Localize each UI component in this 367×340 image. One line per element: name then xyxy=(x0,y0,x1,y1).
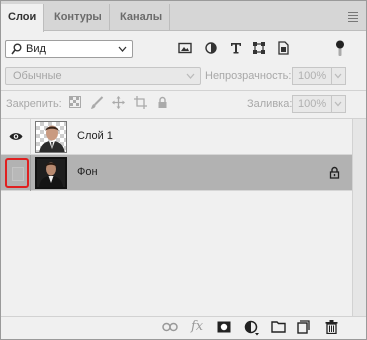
new-adjustment-icon[interactable] xyxy=(244,320,260,336)
tab-channels[interactable]: Каналы xyxy=(113,4,171,31)
add-mask-icon[interactable] xyxy=(217,320,231,334)
type-filter-icon[interactable] xyxy=(229,41,243,55)
blend-mode-select[interactable]: Обычные xyxy=(5,67,201,85)
filter-kind-value: Вид xyxy=(26,43,46,55)
portrait-thumbnail-icon xyxy=(39,125,65,152)
opacity-input[interactable]: 100% xyxy=(292,67,332,85)
fill-dropdown[interactable] xyxy=(332,95,346,113)
layer-name[interactable]: Слой 1 xyxy=(77,130,113,142)
opacity-label: Непрозрачность: xyxy=(205,70,292,82)
divider xyxy=(1,90,366,91)
lock-position-icon[interactable] xyxy=(112,96,125,109)
portrait-thumbnail-icon xyxy=(37,159,65,187)
image-filter-icon[interactable] xyxy=(178,41,192,55)
link-layers-icon[interactable] xyxy=(162,322,178,332)
search-icon xyxy=(11,43,22,55)
layers-list: Слой 1 Фон xyxy=(1,119,366,319)
layers-panel: Слои Контуры Каналы Вид Обычные Непрозра… xyxy=(0,0,367,340)
lock-label: Закрепить: xyxy=(6,98,62,110)
lock-artboard-icon[interactable] xyxy=(134,96,147,109)
visibility-toggle[interactable] xyxy=(1,119,31,155)
blend-mode-value: Обычные xyxy=(13,70,62,82)
chevron-down-icon xyxy=(334,101,342,107)
lock-transparent-pixels-icon[interactable] xyxy=(69,96,81,108)
chevron-down-icon xyxy=(186,73,195,79)
layer-row-selected[interactable]: Фон xyxy=(1,155,352,191)
visibility-highlight-box xyxy=(5,158,29,188)
fill-input[interactable]: 100% xyxy=(292,95,332,113)
lock-all-icon[interactable] xyxy=(157,96,168,109)
delete-layer-icon[interactable] xyxy=(325,320,338,334)
visibility-toggle[interactable] xyxy=(1,155,31,191)
new-layer-icon[interactable] xyxy=(297,320,311,334)
layer-thumbnail xyxy=(35,157,67,189)
opacity-dropdown[interactable] xyxy=(332,67,346,85)
eye-icon xyxy=(9,133,23,140)
panel-tab-bar: Слои Контуры Каналы xyxy=(1,1,366,32)
layer-thumbnail xyxy=(35,121,67,153)
layers-bottom-toolbar: fx xyxy=(1,317,366,339)
layers-scrollbar[interactable] xyxy=(352,119,366,319)
layer-filter-select[interactable]: Вид xyxy=(5,40,133,58)
layer-row[interactable]: Слой 1 xyxy=(1,119,352,155)
panel-menu-icon[interactable] xyxy=(348,12,358,24)
filter-toggle-switch[interactable] xyxy=(335,40,345,58)
new-group-icon[interactable] xyxy=(271,320,286,333)
shape-filter-icon[interactable] xyxy=(252,41,266,55)
tab-paths[interactable]: Контуры xyxy=(47,4,110,31)
adjustment-filter-icon[interactable] xyxy=(204,41,218,55)
tab-layers[interactable]: Слои xyxy=(1,4,45,32)
smart-object-filter-icon[interactable] xyxy=(276,41,290,55)
lock-image-pixels-icon[interactable] xyxy=(90,96,104,110)
chevron-down-icon xyxy=(118,46,127,52)
lock-icon xyxy=(329,166,340,179)
fx-icon[interactable]: fx xyxy=(191,319,203,334)
layer-name[interactable]: Фон xyxy=(77,166,98,178)
chevron-down-icon xyxy=(334,73,342,79)
fill-label: Заливка: xyxy=(247,98,293,110)
